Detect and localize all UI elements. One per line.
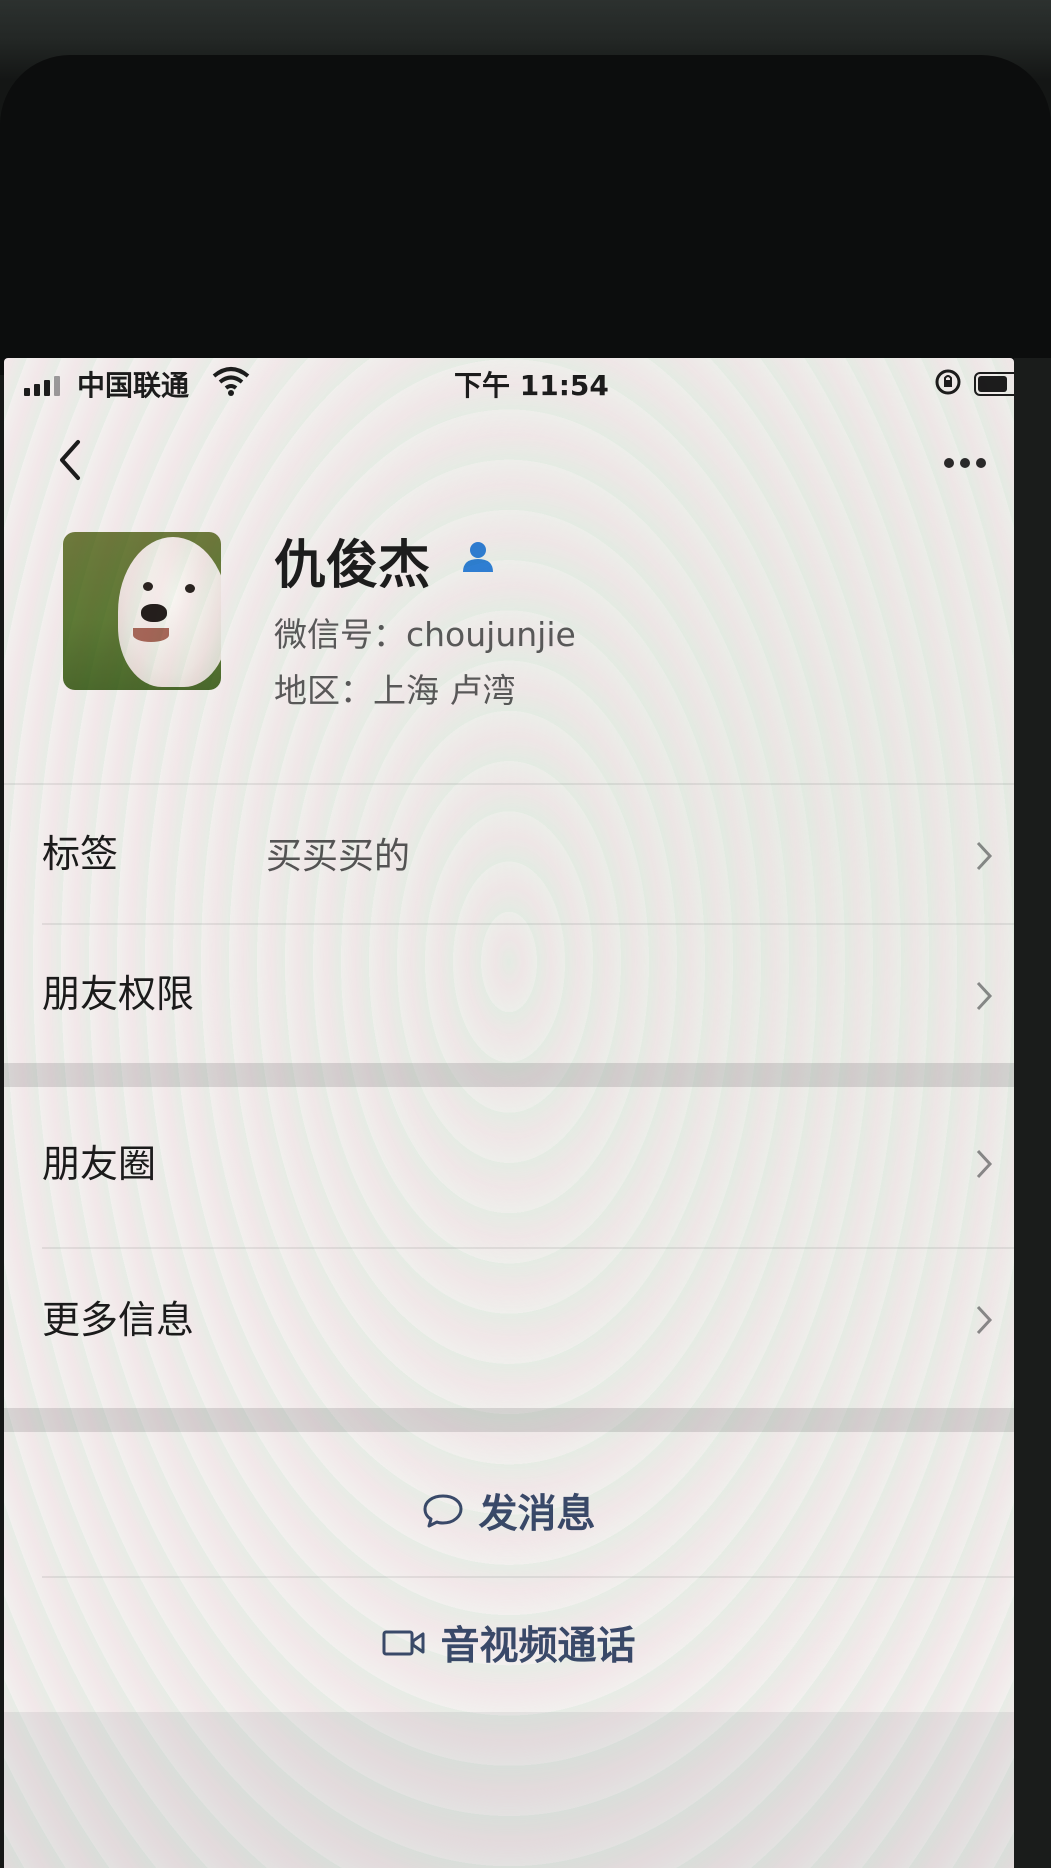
- battery-level: [978, 376, 1007, 392]
- chevron-right-icon: [976, 981, 993, 1011]
- row-label-moments: 朋友圈: [42, 1142, 157, 1186]
- chat-bubble-icon: [423, 1494, 463, 1528]
- phone-edge: [1014, 358, 1051, 1868]
- wifi-icon: [212, 367, 250, 396]
- signal-strength-icon: [24, 376, 60, 396]
- dog-photo: [118, 537, 221, 687]
- phone-screen: 中国联通 下午 11:54 仇俊杰 微信号：choujunjie 地区：上海 卢…: [4, 358, 1014, 1868]
- video-call-button[interactable]: 音视频通话: [4, 1578, 1014, 1708]
- wechat-id: 微信号：choujunjie: [274, 615, 576, 654]
- send-message-button[interactable]: 发消息: [4, 1446, 1014, 1576]
- status-time: 下午 11:54: [454, 369, 609, 402]
- row-more-info[interactable]: 更多信息: [4, 1249, 1014, 1379]
- more-dots-icon[interactable]: [944, 458, 986, 468]
- row-moments[interactable]: 朋友圈: [4, 1087, 1014, 1247]
- row-tags[interactable]: 标签 买买买的: [4, 785, 1014, 923]
- row-friend-permissions[interactable]: 朋友权限: [4, 925, 1014, 1063]
- rotation-lock-icon: [935, 369, 961, 395]
- chevron-right-icon: [976, 1305, 993, 1335]
- row-value-tags: 买买买的: [266, 836, 411, 877]
- section-gap: [4, 1408, 1014, 1432]
- phone-bezel: [0, 55, 1051, 375]
- person-badge-icon: [463, 542, 493, 572]
- section-gap: [4, 1063, 1014, 1087]
- profile-name: 仇俊杰: [274, 536, 431, 596]
- chevron-right-icon: [976, 841, 993, 871]
- carrier-name: 中国联通: [77, 369, 190, 402]
- battery-icon: [974, 372, 1014, 396]
- region: 地区：上海 卢湾: [274, 671, 516, 710]
- avatar[interactable]: [63, 532, 221, 690]
- video-camera-icon: [382, 1630, 425, 1656]
- row-label-friend-permissions: 朋友权限: [42, 972, 195, 1016]
- chevron-right-icon: [976, 1149, 993, 1179]
- video-call-label: 音视频通话: [440, 1624, 636, 1669]
- bottom-blank-area: [4, 1712, 1014, 1868]
- row-label-tags: 标签: [42, 832, 119, 876]
- status-bar: 中国联通 下午 11:54: [4, 358, 1014, 408]
- row-label-more-info: 更多信息: [42, 1298, 195, 1342]
- chevron-left-icon[interactable]: [52, 436, 92, 484]
- send-message-label: 发消息: [478, 1492, 596, 1537]
